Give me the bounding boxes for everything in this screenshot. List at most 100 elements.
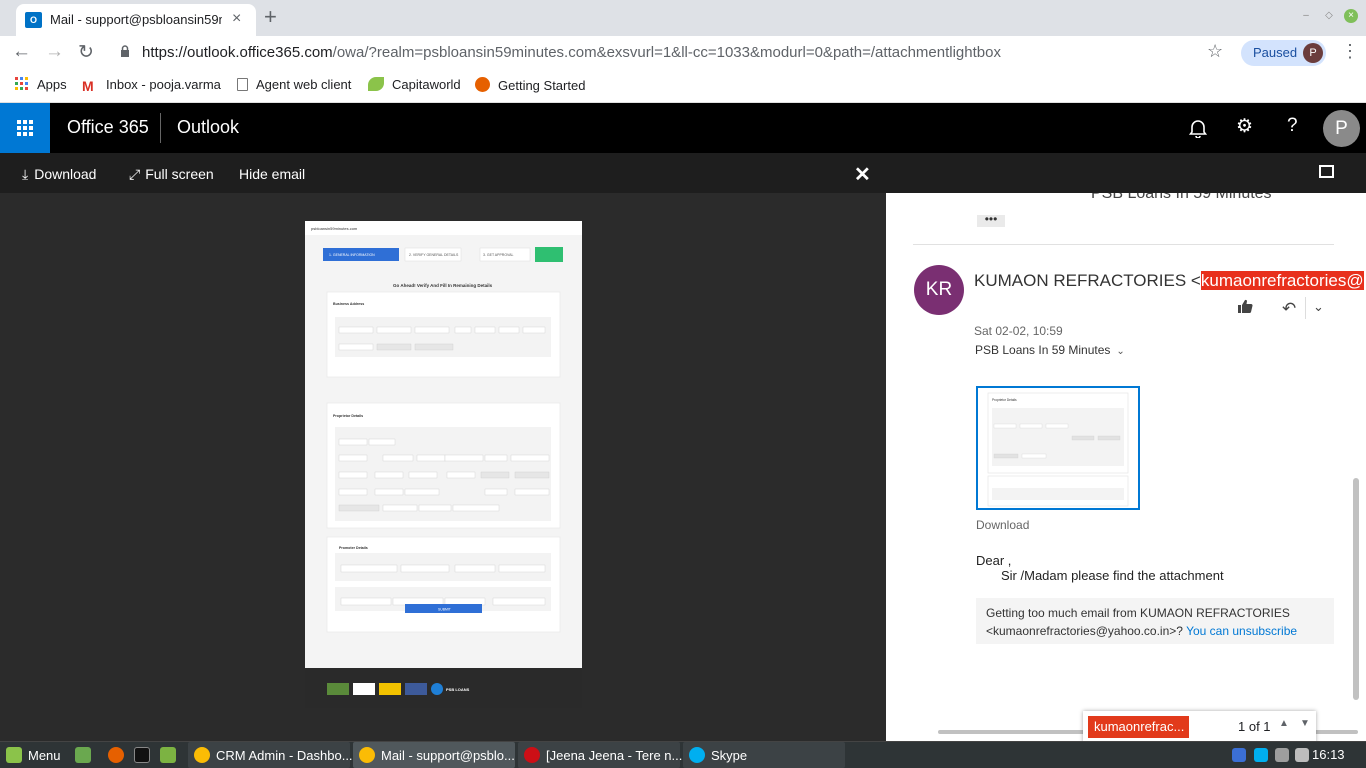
- show-desktop-icon[interactable]: [75, 747, 97, 763]
- maximize-window-icon[interactable]: ◇: [1322, 9, 1336, 23]
- files-launcher-icon[interactable]: [160, 747, 182, 763]
- leaf-icon: [368, 77, 384, 91]
- bookmark-getting-started[interactable]: Getting Started: [475, 77, 585, 93]
- header-divider: [160, 113, 161, 143]
- bookmark-label: Apps: [37, 77, 67, 92]
- chrome-icon: [359, 747, 375, 763]
- browser-tab-strip: O Mail - support@psbloansin59m × + – ◇ ×: [0, 0, 1366, 36]
- app-launcher-waffle-icon[interactable]: [0, 103, 50, 153]
- browser-menu-icon[interactable]: ⋮: [1341, 41, 1359, 62]
- show-more-button[interactable]: •••: [977, 213, 1005, 227]
- firefox-launcher-icon[interactable]: [108, 747, 130, 763]
- task-crm-admin[interactable]: CRM Admin - Dashbo...: [188, 742, 353, 768]
- task-label: [Jeena Jeena - Tere n...: [546, 748, 683, 763]
- find-previous-icon[interactable]: ▲: [1279, 718, 1289, 729]
- url-host: https://outlook.office365.com: [142, 44, 333, 61]
- profile-paused-button[interactable]: Paused P: [1241, 40, 1326, 66]
- vertical-scrollbar[interactable]: [1353, 478, 1359, 700]
- action-divider: [1305, 297, 1306, 319]
- firefox-icon: [475, 77, 490, 92]
- task-mail[interactable]: Mail - support@psblo...: [353, 742, 515, 768]
- full-screen-button[interactable]: ⤢ Full screen: [129, 166, 214, 183]
- svg-text:Proprietor Details: Proprietor Details: [992, 398, 1017, 402]
- more-actions-chevron-icon[interactable]: ⌄: [1313, 299, 1324, 315]
- email-greeting: Dear ,: [976, 553, 1012, 568]
- sender-line[interactable]: KUMAON REFRACTORIES <kumaonrefractories@: [974, 271, 1364, 291]
- attachment-toolbar: ⤓ Download ⤢ Full screen Hide email ✕: [0, 153, 1366, 193]
- sender-email-highlight: kumaonrefractories@: [1200, 271, 1364, 290]
- sender-avatar[interactable]: KR: [914, 265, 964, 315]
- settings-gear-icon[interactable]: ⚙: [1236, 115, 1253, 138]
- recipient-label: PSB Loans In 59 Minutes: [975, 343, 1111, 357]
- attachment-image[interactable]: psbloansin59minutes.com 1. GENERAL INFOR…: [305, 221, 582, 708]
- volume-tray-icon[interactable]: [1295, 748, 1309, 762]
- profile-avatar: P: [1303, 43, 1323, 63]
- find-input[interactable]: kumaonrefrac...: [1088, 716, 1189, 738]
- reload-icon[interactable]: ↻: [78, 41, 94, 64]
- help-icon[interactable]: ?: [1287, 115, 1298, 137]
- bookmark-inbox[interactable]: M Inbox - pooja.varma: [82, 77, 221, 94]
- task-jeena-jeena[interactable]: [Jeena Jeena - Tere n...: [518, 742, 683, 768]
- new-tab-button[interactable]: +: [264, 4, 277, 30]
- bookmark-star-icon[interactable]: ☆: [1207, 41, 1223, 62]
- forward-arrow-icon[interactable]: →: [45, 41, 64, 63]
- app-title[interactable]: Outlook: [177, 117, 239, 138]
- form-screenshot-preview: psbloansin59minutes.com 1. GENERAL INFOR…: [305, 221, 582, 708]
- profile-paused-label: Paused: [1253, 45, 1298, 60]
- shield-tray-icon[interactable]: [1232, 748, 1246, 762]
- hide-email-button[interactable]: Hide email: [239, 166, 305, 182]
- minimize-window-icon[interactable]: –: [1299, 9, 1313, 23]
- menu-label: Menu: [28, 748, 61, 763]
- tab-close-icon[interactable]: ×: [232, 10, 241, 28]
- expand-icon: ⤢: [129, 166, 141, 182]
- apps-grid-icon: [15, 77, 28, 90]
- browser-tab[interactable]: O Mail - support@psbloansin59m ×: [16, 4, 256, 36]
- bell-icon[interactable]: [1189, 118, 1207, 138]
- reply-icon[interactable]: ↶: [1282, 299, 1296, 319]
- unsubscribe-link[interactable]: You can unsubscribe: [1186, 624, 1297, 638]
- lock-icon: [121, 45, 129, 57]
- start-menu-button[interactable]: Menu: [6, 747, 61, 763]
- skype-tray-icon[interactable]: [1254, 748, 1268, 762]
- network-tray-icon[interactable]: [1275, 748, 1289, 762]
- svg-text:Proprietor Details: Proprietor Details: [333, 414, 363, 418]
- popout-window-icon[interactable]: [1319, 165, 1334, 178]
- svg-text:psbloansin59minutes.com: psbloansin59minutes.com: [311, 226, 358, 231]
- find-in-page-bar: kumaonrefrac... 1 of 1 ▲ ▼: [1083, 711, 1316, 743]
- task-label: Mail - support@psblo...: [381, 748, 515, 763]
- back-arrow-icon[interactable]: ←: [12, 41, 31, 63]
- bookmark-label: Inbox - pooja.varma: [106, 77, 221, 92]
- terminal-launcher-icon[interactable]: [134, 747, 156, 763]
- svg-text:PSB LOANS: PSB LOANS: [446, 687, 470, 692]
- task-skype[interactable]: Skype: [683, 742, 845, 768]
- bookmarks-bar: Apps M Inbox - pooja.varma Agent web clie…: [0, 70, 1366, 103]
- hide-email-label: Hide email: [239, 166, 306, 182]
- close-viewer-icon[interactable]: ✕: [854, 162, 871, 187]
- bookmark-label: Capitaworld: [392, 77, 461, 92]
- suite-title[interactable]: Office 365: [67, 117, 149, 138]
- bookmark-capitaworld[interactable]: Capitaworld: [368, 77, 461, 92]
- message-divider: [913, 244, 1334, 245]
- mint-logo-icon: [6, 747, 22, 763]
- bookmark-apps[interactable]: Apps: [15, 77, 67, 92]
- office365-header: Office 365 Outlook ⚙ ? P: [0, 103, 1366, 153]
- svg-text:1. GENERAL INFORMATION: 1. GENERAL INFORMATION: [329, 253, 375, 257]
- svg-text:Go Ahead! Verify And Fill In R: Go Ahead! Verify And Fill In Remaining D…: [393, 283, 493, 288]
- bookmark-agent-web-client[interactable]: Agent web client: [237, 77, 351, 92]
- download-button[interactable]: ⤓ Download: [22, 166, 96, 183]
- chrome-icon: [194, 747, 210, 763]
- like-icon[interactable]: [1237, 299, 1253, 318]
- sent-date: Sat 02-02, 10:59: [974, 324, 1063, 338]
- close-window-icon[interactable]: ×: [1344, 9, 1358, 23]
- user-avatar[interactable]: P: [1323, 110, 1360, 147]
- clock[interactable]: 16:13: [1312, 747, 1345, 762]
- svg-text:3. GET APPROVAL: 3. GET APPROVAL: [483, 253, 513, 257]
- recipient[interactable]: PSB Loans In 59 Minutes ⌄: [975, 343, 1125, 357]
- outlook-favicon-icon: O: [25, 12, 42, 28]
- address-bar[interactable]: https://outlook.office365.com/owa/?realm…: [142, 44, 1001, 61]
- attachment-thumbnail[interactable]: Proprietor Details: [976, 386, 1140, 510]
- find-next-icon[interactable]: ▼: [1300, 718, 1310, 729]
- unsubscribe-address: <kumaonrefractories@yahoo.co.in>?: [986, 624, 1183, 638]
- thumbnail-download-link[interactable]: Download: [976, 518, 1029, 532]
- svg-text:2. VERIFY GENERAL DETAILS: 2. VERIFY GENERAL DETAILS: [409, 253, 459, 257]
